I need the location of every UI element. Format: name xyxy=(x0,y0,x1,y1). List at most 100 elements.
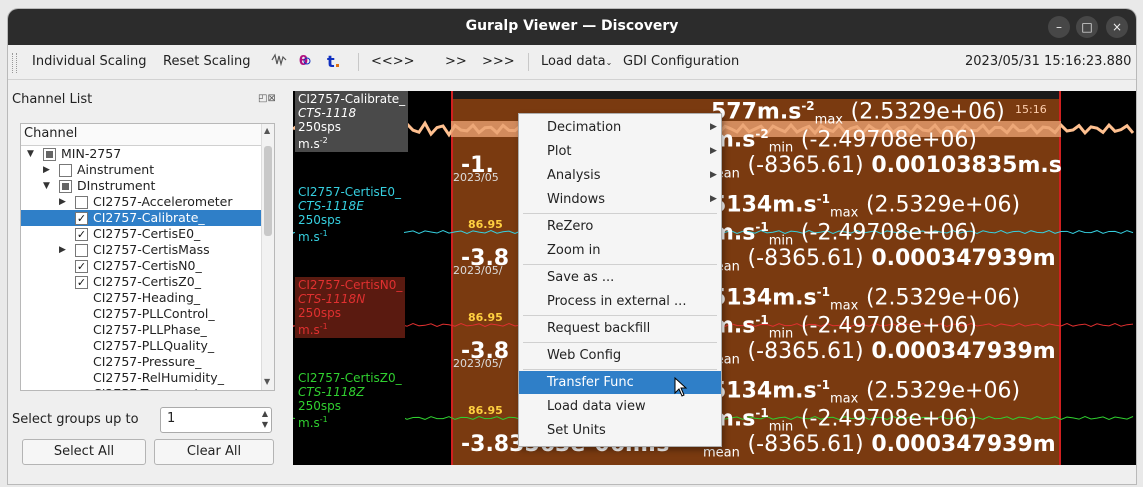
channel-tree-item[interactable]: ▼ DInstrument xyxy=(21,178,261,194)
toolbar-grip[interactable] xyxy=(12,53,17,73)
select-all-button[interactable]: Select All xyxy=(22,439,146,465)
menu-item[interactable]: Save as ... xyxy=(519,266,721,289)
gdi-configuration-button[interactable]: GDI Configuration xyxy=(623,54,739,69)
menu-item-label: Web Config xyxy=(547,348,622,363)
channel-tree-item[interactable]: ✓ CI2757-CertisE0_ xyxy=(21,226,261,242)
menu-item[interactable]: Process in external ... xyxy=(519,290,721,313)
minimize-button[interactable]: – xyxy=(1048,16,1070,38)
channel-checkbox[interactable] xyxy=(59,164,72,177)
waveform-icon[interactable] xyxy=(271,52,287,72)
maximize-button[interactable]: □ xyxy=(1076,16,1098,38)
collapse-arrow-icon[interactable]: ▼ xyxy=(27,146,34,162)
channel-checkbox[interactable] xyxy=(59,180,72,193)
max-value: 5134m.s xyxy=(711,192,817,218)
mean-stat: mean (-8365.61) 0.000347939m xyxy=(703,432,1056,460)
toolbar-separator xyxy=(528,53,529,71)
channel-tree-item[interactable]: ▶ CI2757-Accelerometer xyxy=(21,194,261,210)
menu-item[interactable]: Decimation ▶ xyxy=(519,116,721,139)
nav-right-fast-button[interactable]: >>> xyxy=(482,54,515,69)
channel-checkbox[interactable]: ✓ xyxy=(75,260,88,273)
channel-checkbox[interactable]: ✓ xyxy=(75,212,88,225)
channel-tree-item[interactable]: CI2757-PLLQuality_ xyxy=(21,338,261,354)
menu-item-label: Set Units xyxy=(547,423,606,438)
timestamp: 2023/05/31 15:16:23.880 xyxy=(965,54,1132,69)
expand-arrow-icon[interactable]: ▶ xyxy=(59,242,66,258)
channel-label: CI2757-CertisN0_ CTS-1118N 250sps m.s-1 xyxy=(295,277,406,338)
menu-item[interactable]: Analysis ▶ xyxy=(519,164,721,187)
max-exp: -1 xyxy=(816,285,830,299)
clear-all-button[interactable]: Clear All xyxy=(154,439,274,465)
max-paren: (2.5329e+06) xyxy=(865,378,1021,404)
mean-stat: mean (-8365.61) 0.000347939m xyxy=(703,339,1056,367)
expand-arrow-icon[interactable]: ▶ xyxy=(43,162,50,178)
mean-paren: (-8365.61) xyxy=(747,432,864,457)
panel-float-close-icons[interactable]: ◰⊠ xyxy=(258,93,276,104)
menu-item[interactable]: Set Units xyxy=(519,419,721,442)
scroll-up-icon[interactable]: ▲ xyxy=(264,126,270,135)
peak-label: 86.95 xyxy=(468,218,503,231)
nav-right-button[interactable]: >> xyxy=(445,54,467,69)
stepper-icon[interactable]: ▲ ▼ xyxy=(262,408,268,430)
channel-checkbox[interactable]: ✓ xyxy=(75,276,88,289)
max-value: 577m.s xyxy=(711,99,802,125)
channel-tree-item[interactable]: CI2757-Pressure_ xyxy=(21,354,261,370)
scroll-down-icon[interactable]: ▼ xyxy=(264,377,270,386)
channel-unit: m.s-1 xyxy=(298,227,401,244)
channel-tree-label: CI2757-PLLPhase_ xyxy=(93,322,207,337)
individual-scaling-button[interactable]: Individual Scaling xyxy=(32,54,147,69)
menu-item[interactable]: Transfer Func xyxy=(519,371,721,394)
menu-item[interactable]: Request backfill xyxy=(519,317,721,340)
unit-exponent: -2 xyxy=(319,136,328,145)
channel-tree-item[interactable]: CI2757-PLLControl_ xyxy=(21,306,261,322)
expand-arrow-icon[interactable]: ▶ xyxy=(59,194,66,210)
groups-spinbox[interactable]: 1 ▲ ▼ xyxy=(160,407,272,433)
channel-checkbox[interactable]: ✓ xyxy=(75,228,88,241)
channel-tree-item[interactable]: CI2757-PLLPhase_ xyxy=(21,322,261,338)
channel-tree-label: DInstrument xyxy=(77,178,156,193)
reset-scaling-button[interactable]: Reset Scaling xyxy=(163,54,251,69)
menu-item[interactable]: Windows ▶ xyxy=(519,188,721,211)
menu-separator xyxy=(523,342,717,343)
status-bar xyxy=(8,465,1136,484)
menu-item[interactable]: ReZero xyxy=(519,215,721,238)
mouse-cursor-icon xyxy=(674,377,688,397)
menu-item[interactable]: Web Config xyxy=(519,344,721,367)
menu-item-label: Transfer Func xyxy=(547,375,634,390)
date-label: 2023/05/ xyxy=(453,264,503,277)
channel-tree-item[interactable]: ▶ CI2757-CertisMass xyxy=(21,242,261,258)
tree-scrollbar[interactable]: ▲ ▼ xyxy=(261,124,274,390)
channel-tree-item[interactable]: CI2757-Temperature_ xyxy=(21,386,261,390)
spectrum-icon[interactable]: θ xyxy=(298,52,314,72)
menu-item-label: Process in external ... xyxy=(547,294,687,309)
channel-tree-item[interactable]: ✓ CI2757-CertisN0_ xyxy=(21,258,261,274)
menu-item[interactable]: Plot ▶ xyxy=(519,140,721,163)
channel-checkbox[interactable] xyxy=(75,244,88,257)
channel-checkbox[interactable] xyxy=(43,148,56,161)
menu-item[interactable]: Load data view xyxy=(519,395,721,418)
menu-item[interactable]: Zoom in xyxy=(519,239,721,262)
max-sub: max xyxy=(829,298,859,314)
channel-checkbox[interactable] xyxy=(75,196,88,209)
scroll-thumb[interactable] xyxy=(264,146,272,236)
mean-stat: mean (-8365.61) 0.000347939m xyxy=(703,246,1056,274)
channel-tree-item[interactable]: ✓ CI2757-CertisZ0_ xyxy=(21,274,261,290)
channel-label: CI2757-Calibrate_ CTS-1118 250sps m.s-2 xyxy=(295,91,409,152)
nav-left-fast-button[interactable]: <<>> xyxy=(371,54,415,69)
channel-tree-item[interactable]: CI2757-Heading_ xyxy=(21,290,261,306)
max-exp: -1 xyxy=(816,192,830,206)
close-button[interactable]: × xyxy=(1106,16,1128,38)
channel-tree-item[interactable]: ▼ MIN-2757 xyxy=(21,146,261,162)
min-stat: m.s-1min (-2.49708e+06) xyxy=(711,406,977,435)
channel-tree-item[interactable]: CI2757-RelHumidity_ xyxy=(21,370,261,386)
min-exp: -1 xyxy=(755,406,769,420)
collapse-arrow-icon[interactable]: ▼ xyxy=(43,178,50,194)
channel-tree-item[interactable]: ▶ Ainstrument xyxy=(21,162,261,178)
menu-item-label: Zoom in xyxy=(547,243,601,258)
panel-title: Channel List xyxy=(12,92,93,107)
load-data-button[interactable]: Load data⌄ xyxy=(541,54,612,69)
unit-base: m.s xyxy=(298,230,320,244)
toolbar-separator xyxy=(358,53,359,71)
time-icon[interactable]: t xyxy=(326,52,342,74)
channel-tree-item[interactable]: ✓ CI2757-Calibrate_ xyxy=(21,210,261,226)
channel-tree[interactable]: Channel ▼ MIN-2757 ▶ Ainstrument ▼ DInstrumen… xyxy=(20,123,275,391)
